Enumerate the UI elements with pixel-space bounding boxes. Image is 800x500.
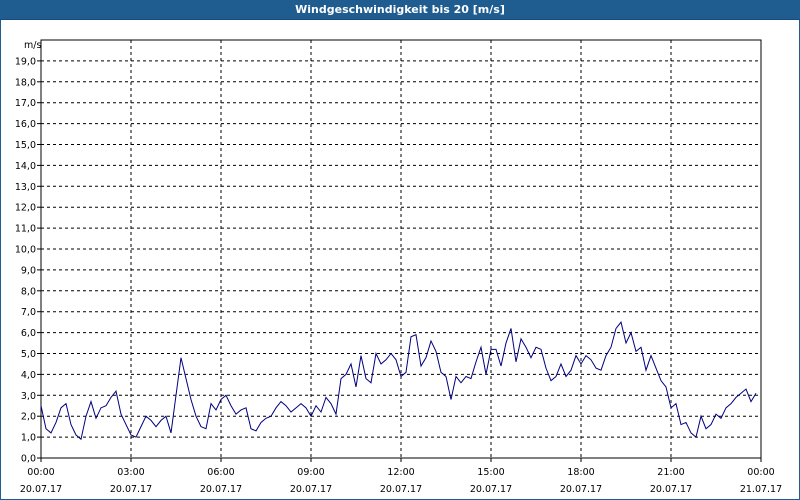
y-tick-label: 16,0: [15, 119, 36, 130]
y-tick-label: 18,0: [15, 77, 36, 88]
x-tick-date-label: 21.07.17: [740, 484, 782, 495]
y-axis-label: m/s: [24, 40, 41, 51]
y-tick-label: 13,0: [15, 182, 36, 193]
x-tick-date-label: 20.07.17: [200, 484, 242, 495]
chart-title-bar: Windgeschwindigkeit bis 20 [m/s]: [0, 0, 800, 20]
x-tick-date-label: 20.07.17: [110, 484, 152, 495]
y-tick-label: 5,0: [21, 349, 36, 360]
y-axis: 0,0 1,0 2,0 3,0 4,0 5,0 6,0 7,0 8,0 9,0 10,0 11,0 12…: [15, 56, 41, 465]
y-tick-label: 4,0: [21, 370, 36, 381]
x-tick-date-label: 20.07.17: [560, 484, 602, 495]
grid-lines: [41, 40, 761, 458]
x-tick-time-label: 06:00: [207, 467, 234, 478]
y-tick-label: 0,0: [21, 454, 36, 465]
y-tick-label: 14,0: [15, 161, 36, 172]
y-tick-label: 8,0: [21, 286, 36, 297]
x-tick-time-label: 00:00: [27, 467, 54, 478]
y-tick-label: 7,0: [21, 307, 36, 318]
y-tick-label: 15,0: [15, 140, 36, 151]
y-tick-label: 6,0: [21, 328, 36, 339]
x-tick-time-label: 18:00: [567, 467, 594, 478]
x-tick-date-label: 20.07.17: [290, 484, 332, 495]
y-tick-label: 1,0: [21, 433, 36, 444]
wind-speed-chart: 0,0 1,0 2,0 3,0 4,0 5,0 6,0 7,0 8,0 9,0 10,0 11,0 12…: [15, 39, 782, 495]
x-tick-time-label: 15:00: [477, 467, 504, 478]
x-tick-time-label: 03:00: [117, 467, 144, 478]
y-tick-label: 2,0: [21, 412, 36, 423]
x-tick-time-label: 09:00: [297, 467, 324, 478]
x-tick-date-label: 20.07.17: [20, 484, 62, 495]
y-tick-label: 3,0: [21, 391, 36, 402]
y-tick-label: 19,0: [15, 56, 36, 67]
x-tick-date-label: 20.07.17: [650, 484, 692, 495]
y-tick-label: 9,0: [21, 265, 36, 276]
x-axis: 00:00 20.07.17 03:00 20.07.17 06:00 20.07.17 0…: [20, 458, 782, 495]
x-tick-time-label: 12:00: [387, 467, 414, 478]
y-tick-label: 10,0: [15, 245, 36, 256]
y-tick-label: 12,0: [15, 203, 36, 214]
x-tick-time-label: 21:00: [657, 467, 684, 478]
chart-frame: 0,0 1,0 2,0 3,0 4,0 5,0 6,0 7,0 8,0 9,0 10,0 11,0 12…: [0, 20, 800, 500]
chart-title: Windgeschwindigkeit bis 20 [m/s]: [295, 3, 505, 16]
x-tick-time-label: 00:00: [747, 467, 774, 478]
y-tick-label: 11,0: [15, 224, 36, 235]
x-tick-date-label: 20.07.17: [470, 484, 512, 495]
y-tick-label: 17,0: [15, 98, 36, 109]
x-tick-date-label: 20.07.17: [380, 484, 422, 495]
